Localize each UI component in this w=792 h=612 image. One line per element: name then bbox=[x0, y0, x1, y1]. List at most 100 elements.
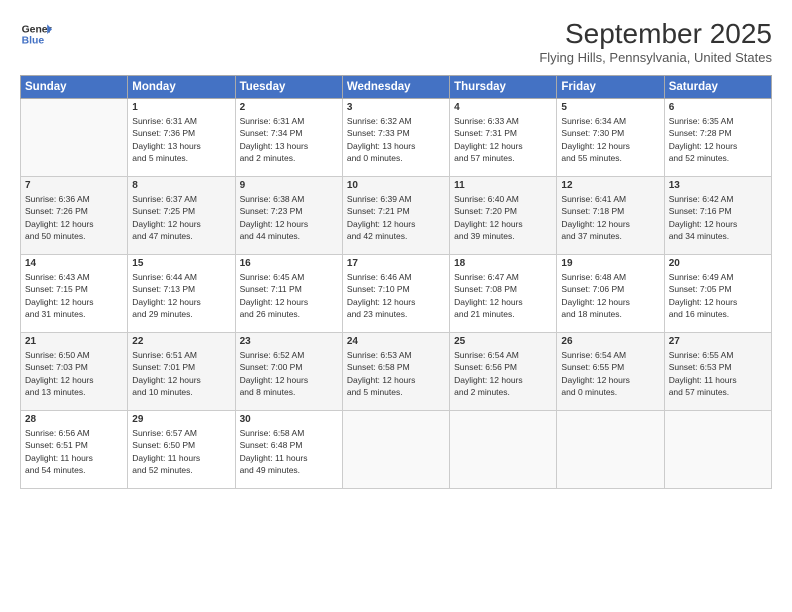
sunrise-text: Sunrise: 6:39 AM bbox=[347, 193, 445, 205]
daylight-text: Daylight: 12 hoursand 50 minutes. bbox=[25, 218, 123, 243]
sunset-text: Sunset: 7:31 PM bbox=[454, 127, 552, 139]
day-number: 7 bbox=[25, 180, 123, 191]
sunset-text: Sunset: 7:13 PM bbox=[132, 283, 230, 295]
day-number: 15 bbox=[132, 258, 230, 269]
day-info: Sunrise: 6:43 AMSunset: 7:15 PMDaylight:… bbox=[25, 271, 123, 320]
day-number: 24 bbox=[347, 336, 445, 347]
day-number: 27 bbox=[669, 336, 767, 347]
cell-w1-d4: 11 Sunrise: 6:40 AMSunset: 7:20 PMDayligh… bbox=[450, 177, 557, 255]
cell-w2-d1: 15 Sunrise: 6:44 AMSunset: 7:13 PMDayligh… bbox=[128, 255, 235, 333]
day-number: 30 bbox=[240, 414, 338, 425]
daylight-text: Daylight: 11 hoursand 49 minutes. bbox=[240, 452, 338, 477]
cell-w3-d2: 23Sunrise: 6:52 AMSunset: 7:00 PMDayligh… bbox=[235, 333, 342, 411]
sunrise-text: Sunrise: 6:51 AM bbox=[132, 349, 230, 361]
cell-w3-d5: 26Sunrise: 6:54 AMSunset: 6:55 PMDayligh… bbox=[557, 333, 664, 411]
day-info: Sunrise: 6:40 AMSunset: 7:20 PMDaylight:… bbox=[454, 193, 552, 242]
cell-w4-d2: 30Sunrise: 6:58 AMSunset: 6:48 PMDayligh… bbox=[235, 411, 342, 489]
day-info: Sunrise: 6:35 AMSunset: 7:28 PMDaylight:… bbox=[669, 115, 767, 164]
day-info: Sunrise: 6:48 AMSunset: 7:06 PMDaylight:… bbox=[561, 271, 659, 320]
sunset-text: Sunset: 7:16 PM bbox=[669, 205, 767, 217]
daylight-text: Daylight: 12 hoursand 10 minutes. bbox=[132, 374, 230, 399]
day-number: 11 bbox=[454, 180, 552, 191]
header-sunday: Sunday bbox=[21, 76, 128, 99]
daylight-text: Daylight: 12 hoursand 55 minutes. bbox=[561, 140, 659, 165]
sunrise-text: Sunrise: 6:36 AM bbox=[25, 193, 123, 205]
day-number: 4 bbox=[454, 102, 552, 113]
sunrise-text: Sunrise: 6:45 AM bbox=[240, 271, 338, 283]
cell-w0-d2: 2 Sunrise: 6:31 AMSunset: 7:34 PMDaylight… bbox=[235, 99, 342, 177]
sunset-text: Sunset: 7:00 PM bbox=[240, 361, 338, 373]
daylight-text: Daylight: 12 hoursand 21 minutes. bbox=[454, 296, 552, 321]
logo-icon: General Blue bbox=[20, 18, 52, 50]
day-number: 5 bbox=[561, 102, 659, 113]
sunset-text: Sunset: 7:10 PM bbox=[347, 283, 445, 295]
day-info: Sunrise: 6:37 AMSunset: 7:25 PMDaylight:… bbox=[132, 193, 230, 242]
day-info: Sunrise: 6:44 AMSunset: 7:13 PMDaylight:… bbox=[132, 271, 230, 320]
sunrise-text: Sunrise: 6:53 AM bbox=[347, 349, 445, 361]
sunset-text: Sunset: 7:08 PM bbox=[454, 283, 552, 295]
day-number: 1 bbox=[132, 102, 230, 113]
cell-w2-d4: 18Sunrise: 6:47 AMSunset: 7:08 PMDayligh… bbox=[450, 255, 557, 333]
month-title: September 2025 bbox=[539, 18, 772, 50]
svg-text:Blue: Blue bbox=[22, 36, 45, 47]
daylight-text: Daylight: 12 hoursand 44 minutes. bbox=[240, 218, 338, 243]
sunset-text: Sunset: 7:30 PM bbox=[561, 127, 659, 139]
cell-w2-d6: 20Sunrise: 6:49 AMSunset: 7:05 PMDayligh… bbox=[664, 255, 771, 333]
cell-w1-d6: 13Sunrise: 6:42 AMSunset: 7:16 PMDayligh… bbox=[664, 177, 771, 255]
sunset-text: Sunset: 7:11 PM bbox=[240, 283, 338, 295]
day-info: Sunrise: 6:46 AMSunset: 7:10 PMDaylight:… bbox=[347, 271, 445, 320]
cell-w0-d5: 5 Sunrise: 6:34 AMSunset: 7:30 PMDaylight… bbox=[557, 99, 664, 177]
day-info: Sunrise: 6:41 AMSunset: 7:18 PMDaylight:… bbox=[561, 193, 659, 242]
day-info: Sunrise: 6:39 AMSunset: 7:21 PMDaylight:… bbox=[347, 193, 445, 242]
sunset-text: Sunset: 7:03 PM bbox=[25, 361, 123, 373]
week-row-0: 1 Sunrise: 6:31 AMSunset: 7:36 PMDaylight… bbox=[21, 99, 772, 177]
daylight-text: Daylight: 11 hoursand 52 minutes. bbox=[132, 452, 230, 477]
day-info: Sunrise: 6:31 AMSunset: 7:34 PMDaylight:… bbox=[240, 115, 338, 164]
sunrise-text: Sunrise: 6:57 AM bbox=[132, 427, 230, 439]
cell-w0-d0 bbox=[21, 99, 128, 177]
day-number: 19 bbox=[561, 258, 659, 269]
cell-w3-d0: 21Sunrise: 6:50 AMSunset: 7:03 PMDayligh… bbox=[21, 333, 128, 411]
day-number: 18 bbox=[454, 258, 552, 269]
sunset-text: Sunset: 7:28 PM bbox=[669, 127, 767, 139]
header-tuesday: Tuesday bbox=[235, 76, 342, 99]
sunset-text: Sunset: 7:05 PM bbox=[669, 283, 767, 295]
cell-w4-d6 bbox=[664, 411, 771, 489]
sunrise-text: Sunrise: 6:34 AM bbox=[561, 115, 659, 127]
cell-w4-d0: 28Sunrise: 6:56 AMSunset: 6:51 PMDayligh… bbox=[21, 411, 128, 489]
daylight-text: Daylight: 12 hoursand 34 minutes. bbox=[669, 218, 767, 243]
day-number: 26 bbox=[561, 336, 659, 347]
day-number: 12 bbox=[561, 180, 659, 191]
sunrise-text: Sunrise: 6:31 AM bbox=[240, 115, 338, 127]
day-number: 22 bbox=[132, 336, 230, 347]
daylight-text: Daylight: 13 hoursand 2 minutes. bbox=[240, 140, 338, 165]
daylight-text: Daylight: 11 hoursand 57 minutes. bbox=[669, 374, 767, 399]
cell-w1-d1: 8Sunrise: 6:37 AMSunset: 7:25 PMDaylight… bbox=[128, 177, 235, 255]
cell-w1-d2: 9Sunrise: 6:38 AMSunset: 7:23 PMDaylight… bbox=[235, 177, 342, 255]
cell-w0-d3: 3Sunrise: 6:32 AMSunset: 7:33 PMDaylight… bbox=[342, 99, 449, 177]
daylight-text: Daylight: 12 hoursand 8 minutes. bbox=[240, 374, 338, 399]
title-area: September 2025 Flying Hills, Pennsylvani… bbox=[539, 18, 772, 65]
page: General Blue September 2025 Flying Hills… bbox=[0, 0, 792, 612]
location: Flying Hills, Pennsylvania, United State… bbox=[539, 50, 772, 65]
sunset-text: Sunset: 7:33 PM bbox=[347, 127, 445, 139]
day-number: 23 bbox=[240, 336, 338, 347]
sunset-text: Sunset: 6:55 PM bbox=[561, 361, 659, 373]
sunrise-text: Sunrise: 6:46 AM bbox=[347, 271, 445, 283]
cell-w1-d3: 10Sunrise: 6:39 AMSunset: 7:21 PMDayligh… bbox=[342, 177, 449, 255]
day-info: Sunrise: 6:53 AMSunset: 6:58 PMDaylight:… bbox=[347, 349, 445, 398]
cell-w4-d1: 29Sunrise: 6:57 AMSunset: 6:50 PMDayligh… bbox=[128, 411, 235, 489]
day-number: 2 bbox=[240, 102, 338, 113]
sunrise-text: Sunrise: 6:38 AM bbox=[240, 193, 338, 205]
daylight-text: Daylight: 12 hoursand 29 minutes. bbox=[132, 296, 230, 321]
sunrise-text: Sunrise: 6:42 AM bbox=[669, 193, 767, 205]
sunrise-text: Sunrise: 6:35 AM bbox=[669, 115, 767, 127]
day-number: 21 bbox=[25, 336, 123, 347]
day-info: Sunrise: 6:38 AMSunset: 7:23 PMDaylight:… bbox=[240, 193, 338, 242]
header-saturday: Saturday bbox=[664, 76, 771, 99]
cell-w3-d3: 24 Sunrise: 6:53 AMSunset: 6:58 PMDayligh… bbox=[342, 333, 449, 411]
cell-w1-d5: 12 Sunrise: 6:41 AMSunset: 7:18 PMDayligh… bbox=[557, 177, 664, 255]
cell-w4-d3 bbox=[342, 411, 449, 489]
day-info: Sunrise: 6:49 AMSunset: 7:05 PMDaylight:… bbox=[669, 271, 767, 320]
day-info: Sunrise: 6:31 AMSunset: 7:36 PMDaylight:… bbox=[132, 115, 230, 164]
